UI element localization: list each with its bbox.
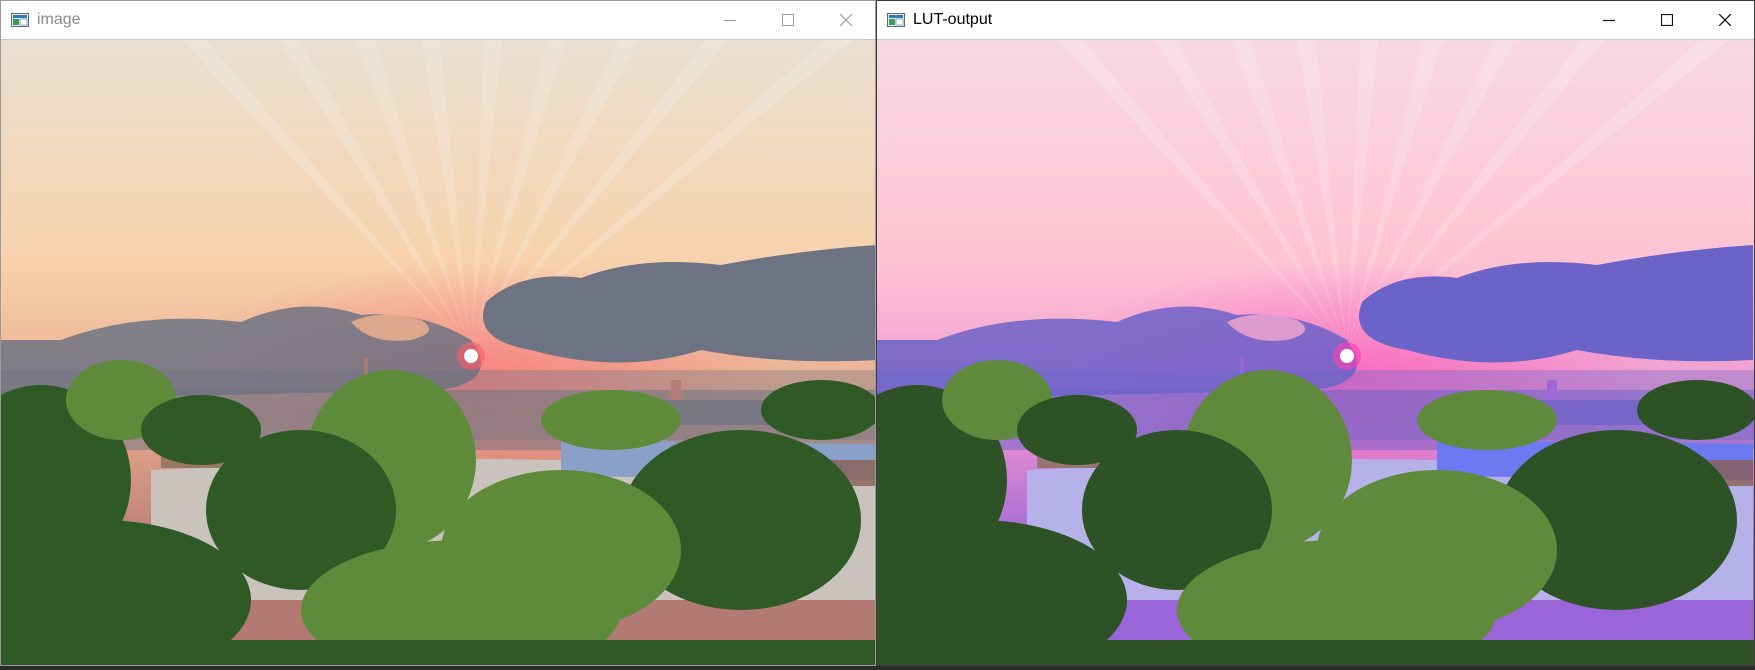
tree-base bbox=[877, 640, 1754, 665]
maximize-button[interactable] bbox=[759, 1, 817, 39]
minimize-button[interactable] bbox=[1580, 1, 1638, 39]
window-controls bbox=[1580, 1, 1754, 39]
tree-canopy bbox=[1637, 380, 1754, 440]
sunset-photo-lut bbox=[877, 40, 1754, 665]
maximize-icon bbox=[782, 14, 794, 26]
minimize-icon bbox=[724, 20, 736, 21]
window-title: image bbox=[37, 11, 81, 28]
image-canvas[interactable] bbox=[1, 39, 875, 665]
maximize-icon bbox=[1661, 14, 1673, 26]
image-window[interactable]: image bbox=[0, 0, 876, 666]
close-icon bbox=[840, 14, 852, 26]
window-controls bbox=[701, 1, 875, 39]
window-title: LUT-output bbox=[913, 11, 993, 28]
lut-output-window[interactable]: LUT-output bbox=[876, 0, 1755, 666]
sunset-photo bbox=[1, 40, 875, 665]
app-icon bbox=[11, 13, 29, 27]
close-button[interactable] bbox=[817, 1, 875, 39]
tree-canopy bbox=[541, 390, 681, 450]
sun bbox=[1340, 349, 1354, 363]
sun bbox=[464, 349, 478, 363]
maximize-button[interactable] bbox=[1638, 1, 1696, 39]
image-canvas[interactable] bbox=[877, 39, 1754, 665]
tree-base bbox=[1, 640, 875, 665]
tree-canopy bbox=[1417, 390, 1557, 450]
building bbox=[1547, 380, 1557, 400]
close-button[interactable] bbox=[1696, 1, 1754, 39]
app-icon bbox=[887, 13, 905, 27]
close-icon bbox=[1719, 14, 1731, 26]
building bbox=[671, 380, 681, 400]
taskbar-edge bbox=[0, 666, 1755, 670]
minimize-icon bbox=[1603, 19, 1615, 22]
minimize-button[interactable] bbox=[701, 1, 759, 39]
